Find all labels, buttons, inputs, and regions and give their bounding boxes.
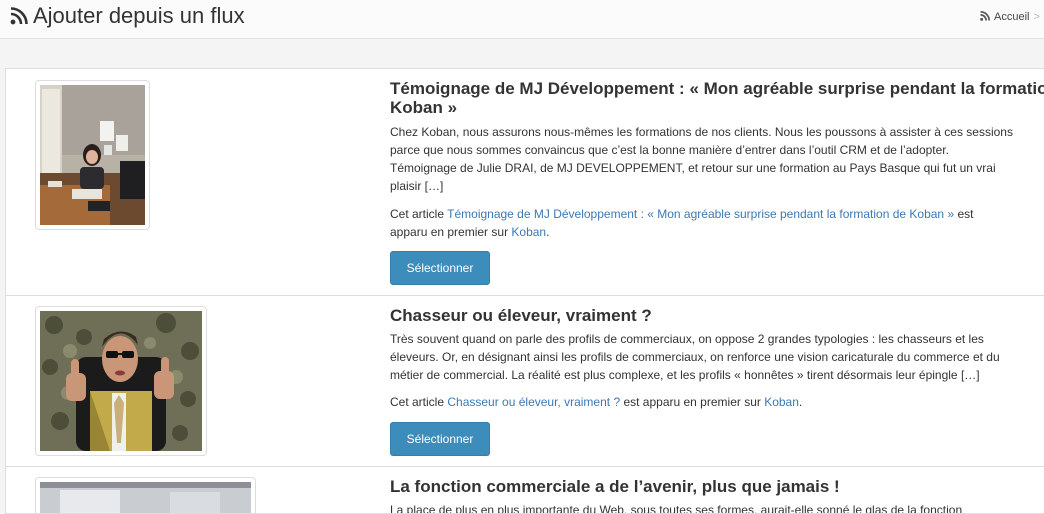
attribution-text: est: [954, 207, 974, 221]
description-line: éleveurs. Or, en désignant ainsi les pro…: [390, 350, 1000, 364]
page-header: Ajouter depuis un flux Accueil >: [0, 0, 1044, 39]
item-content: Témoignage de MJ Développement : « Mon a…: [390, 79, 1044, 241]
description-line: plaisir […]: [390, 179, 444, 193]
item-title[interactable]: Chasseur ou éleveur, vraiment ?: [390, 306, 1044, 325]
description-line: parce que nous sommes convaincus que c’e…: [390, 143, 949, 157]
item-description: La place de plus en plus importante du W…: [390, 501, 1044, 514]
rss-icon: [980, 11, 990, 21]
item-thumbnail: [35, 477, 256, 513]
office-photo: [40, 85, 145, 225]
breadcrumb-separator: >: [1033, 11, 1040, 23]
attribution-prefix: Cet article: [390, 207, 448, 221]
item-attribution: Cet article Chasseur ou éleveur, vraimen…: [390, 393, 1044, 411]
feed-item: La fonction commerciale a de l’avenir, p…: [6, 467, 1044, 514]
attribution-text: est apparu en premier sur: [620, 395, 765, 409]
site-link[interactable]: Koban: [764, 395, 799, 409]
item-title[interactable]: La fonction commerciale a de l’avenir, p…: [390, 477, 1044, 496]
feed-item: Chasseur ou éleveur, vraiment ? Très sou…: [6, 296, 1044, 466]
item-description: Très souvent quand on parle des profils …: [390, 330, 1044, 384]
item-content: Chasseur ou éleveur, vraiment ? Très sou…: [390, 306, 1044, 411]
attribution-text: apparu en premier sur: [390, 225, 512, 239]
page-title: Ajouter depuis un flux: [33, 3, 245, 28]
description-line: métier de commercial. La réalité est plu…: [390, 368, 980, 382]
select-button[interactable]: Sélectionner: [390, 422, 490, 456]
description-line: La place de plus en plus importante du W…: [390, 503, 963, 514]
feed-item: Témoignage de MJ Développement : « Mon a…: [6, 69, 1044, 295]
rss-icon: [10, 7, 28, 25]
item-thumbnail: [35, 306, 207, 456]
item-description: Chez Koban, nous assurons nous-mêmes les…: [390, 123, 1044, 195]
site-link[interactable]: Koban: [511, 225, 546, 239]
description-line: Chez Koban, nous assurons nous-mêmes les…: [390, 125, 1013, 139]
item-title-line: Témoignage de MJ Développement : « Mon a…: [390, 79, 1044, 98]
attribution-prefix: Cet article: [390, 395, 448, 409]
item-content: La fonction commerciale a de l’avenir, p…: [390, 477, 1044, 514]
article-link[interactable]: Chasseur ou éleveur, vraiment ?: [447, 395, 620, 409]
attribution-end: .: [798, 395, 803, 409]
item-thumbnail: [35, 80, 150, 230]
attribution-end: .: [546, 225, 550, 239]
thumbs-up-photo: [40, 311, 202, 451]
description-line: Témoignage de Julie DRAI, de MJ DEVELOPP…: [390, 161, 996, 175]
feed-list: Témoignage de MJ Développement : « Mon a…: [5, 68, 1044, 514]
item-title-line: Koban »: [390, 98, 458, 117]
description-line: Très souvent quand on parle des profils …: [390, 332, 984, 346]
item-title[interactable]: Témoignage de MJ Développement : « Mon a…: [390, 79, 1044, 117]
item-attribution: Cet article Témoignage de MJ Développeme…: [390, 205, 1044, 241]
select-button[interactable]: Sélectionner: [390, 251, 490, 285]
breadcrumb: Accueil >: [980, 11, 1040, 23]
breadcrumb-home-link[interactable]: Accueil: [994, 11, 1029, 23]
article-link[interactable]: Témoignage de MJ Développement : « Mon a…: [447, 207, 954, 221]
meeting-photo: [40, 482, 251, 513]
